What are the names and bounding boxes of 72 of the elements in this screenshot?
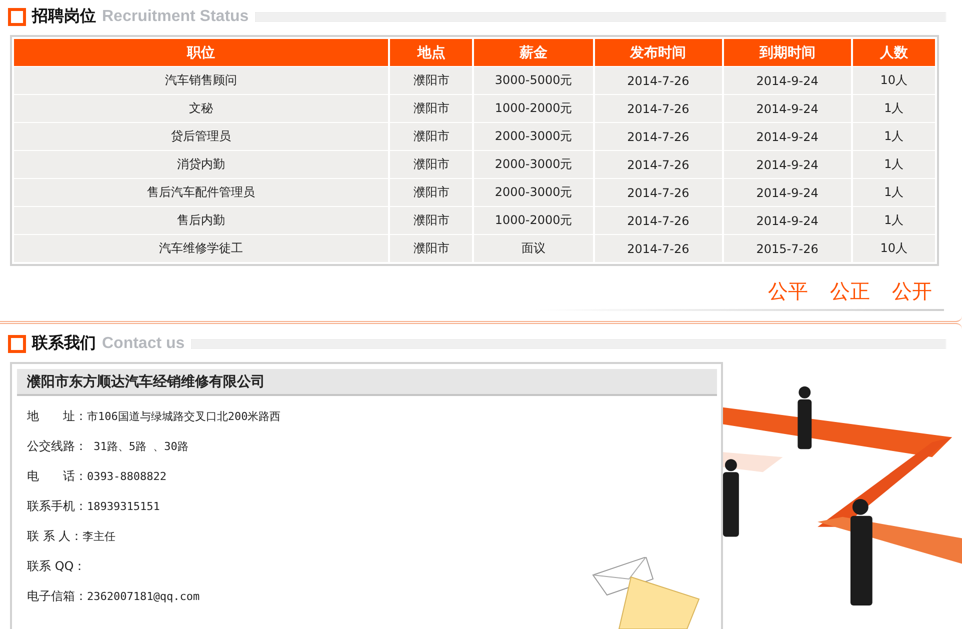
table-cell: 面议 — [474, 235, 593, 262]
contact-value: 李主任 — [82, 528, 116, 544]
contact-label: 联系 QQ： — [27, 558, 86, 574]
section-subtitle: Contact us — [102, 334, 185, 352]
section-title: 招聘岗位 — [32, 6, 96, 27]
table-cell: 2014-9-24 — [724, 67, 851, 94]
table-cell: 2014-7-26 — [594, 151, 722, 178]
table-cell: 2014-7-26 — [594, 207, 722, 234]
section-title: 联系我们 — [32, 333, 96, 354]
table-cell: 濮阳市 — [390, 123, 472, 150]
table-cell: 2000-3000元 — [474, 151, 593, 178]
contact-label: 联系手机： — [27, 498, 87, 514]
contact-label: 电 话： — [27, 468, 87, 484]
table-cell: 售后内勤 — [14, 207, 388, 234]
table-cell: 1人 — [852, 95, 935, 122]
envelope-icon — [591, 557, 702, 629]
table-cell: 2014-9-24 — [724, 179, 851, 206]
table-cell: 濮阳市 — [390, 95, 472, 122]
table-cell: 2000-3000元 — [474, 179, 593, 206]
table-cell: 汽车维修学徒工 — [14, 235, 388, 262]
table-cell: 售后汽车配件管理员 — [14, 179, 388, 206]
table-cell: 文秘 — [14, 95, 388, 122]
table-cell: 1人 — [852, 123, 935, 150]
contact-label: 电子信箱： — [27, 588, 87, 604]
slogan-text: 公开 — [892, 278, 932, 305]
section-marker-icon — [8, 8, 26, 26]
table-cell: 10人 — [852, 67, 935, 94]
table-cell: 10人 — [852, 235, 935, 262]
column-header: 地点 — [390, 39, 472, 66]
table-cell: 濮阳市 — [390, 179, 472, 206]
contact-value: 市106国道与绿城路交叉口北200米路西 — [87, 408, 281, 424]
table-cell: 濮阳市 — [390, 235, 472, 262]
table-cell: 1000-2000元 — [474, 207, 593, 234]
table-cell: 2014-9-24 — [724, 123, 851, 150]
table-cell: 2014-9-24 — [724, 207, 851, 234]
contact-label: 公交线路： — [27, 438, 87, 454]
section-subtitle: Recruitment Status — [102, 8, 249, 26]
company-name: 濮阳市东方顺达汽车经销维修有限公司 — [17, 369, 718, 396]
table-cell: 1000-2000元 — [474, 95, 593, 122]
table-cell: 2014-9-24 — [724, 151, 851, 178]
column-header: 人数 — [852, 39, 935, 66]
table-cell: 濮阳市 — [390, 207, 472, 234]
table-cell: 2014-9-24 — [724, 95, 851, 122]
table-cell: 1人 — [852, 151, 935, 178]
table-cell: 1人 — [852, 207, 935, 234]
column-header: 薪金 — [474, 39, 593, 66]
column-header: 到期时间 — [724, 39, 851, 66]
table-cell: 贷后管理员 — [14, 123, 388, 150]
table-cell: 濮阳市 — [390, 151, 472, 178]
table-cell: 2015-7-26 — [724, 235, 851, 262]
table-cell: 2014-7-26 — [594, 179, 722, 206]
table-cell: 2014-7-26 — [594, 67, 722, 94]
column-header: 职位 — [14, 39, 388, 66]
table-cell: 1人 — [852, 179, 935, 206]
slogan-text: 公正 — [830, 278, 870, 305]
table-cell: 2014-7-26 — [594, 95, 722, 122]
table-cell: 2000-3000元 — [474, 123, 593, 150]
table-cell: 消贷内勤 — [14, 151, 388, 178]
contact-value: 18939315151 — [87, 500, 160, 512]
table-cell: 3000-5000元 — [474, 67, 593, 94]
contact-value: 2362007181@qq.com — [87, 590, 200, 602]
contact-value: 31路、5路 、30路 — [92, 438, 188, 454]
slogan-text: 公平 — [768, 278, 808, 305]
table-cell: 濮阳市 — [390, 67, 472, 94]
contact-value: 0393-8808822 — [87, 470, 166, 482]
table-cell: 2014-7-26 — [594, 235, 722, 262]
table-cell: 汽车销售顾问 — [14, 67, 388, 94]
column-header: 发布时间 — [594, 39, 722, 66]
contact-label: 联 系 人： — [27, 528, 83, 544]
table-cell: 2014-7-26 — [594, 123, 722, 150]
contact-label: 地 址： — [27, 408, 87, 424]
section-marker-icon — [8, 334, 26, 352]
